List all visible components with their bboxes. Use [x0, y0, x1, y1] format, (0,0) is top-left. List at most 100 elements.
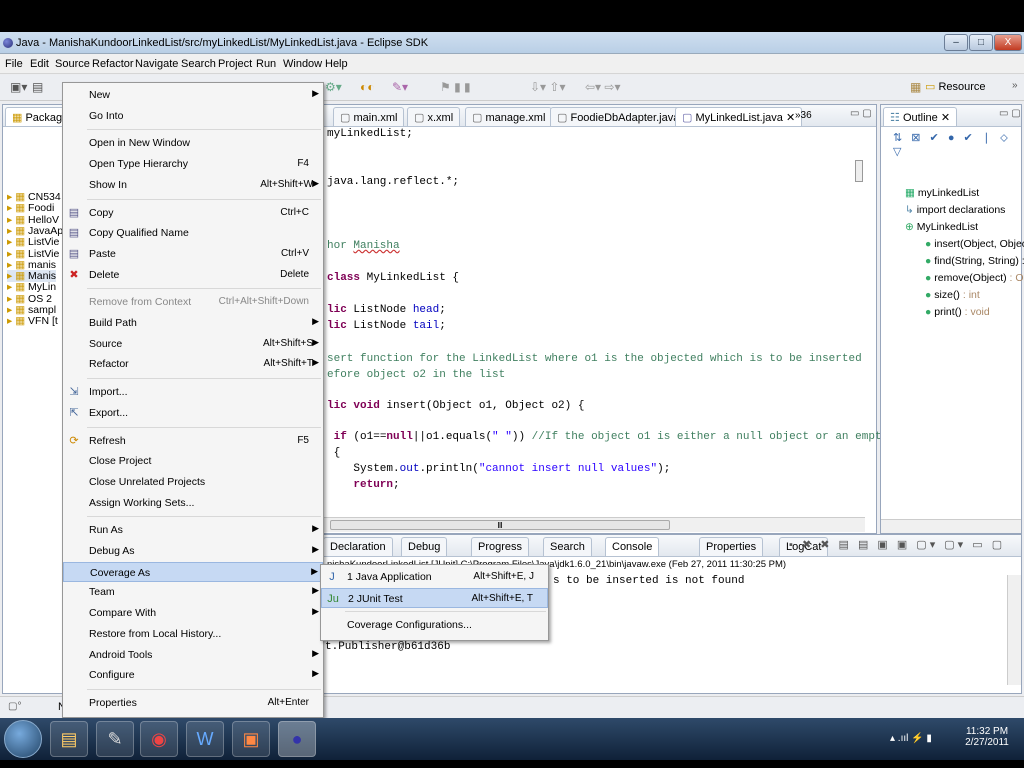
menu-item-close-unrelated-projects[interactable]: Close Unrelated Projects: [63, 472, 323, 492]
menu-project[interactable]: Project: [218, 58, 252, 70]
toolbar-more[interactable]: »: [1012, 80, 1018, 91]
menu-item-refresh[interactable]: ⟳ Refresh F5: [63, 431, 323, 451]
outline-item[interactable]: ▦ myLinkedList: [905, 187, 979, 199]
menu-item-coverage-configurations[interactable]: Coverage Configurations...: [321, 615, 548, 635]
outline-item[interactable]: ⊕ MyLinkedList: [905, 221, 978, 233]
menu-item-open-in-new-window[interactable]: Open in New Window: [63, 133, 323, 153]
menu-item-import[interactable]: ⇲ Import...: [63, 382, 323, 402]
minimize-maximize-icon[interactable]: ▭ ▢: [850, 108, 872, 119]
code-line[interactable]: return;: [327, 479, 399, 491]
menu-item-copy-qualified-name[interactable]: ▤ Copy Qualified Name: [63, 223, 323, 243]
code-line[interactable]: hor Manisha: [327, 240, 400, 252]
console-vscroll[interactable]: [1007, 575, 1021, 685]
explorer-taskbar-button[interactable]: ▤: [50, 721, 88, 757]
tab-properties[interactable]: Properties: [699, 537, 764, 556]
menu-item-debug-as[interactable]: Debug As ▶: [63, 541, 323, 561]
menu-item-export[interactable]: ⇱ Export...: [63, 403, 323, 423]
project-item[interactable]: ▸ ▦ Manis: [7, 270, 57, 283]
menu-file[interactable]: File: [5, 58, 23, 70]
menu-item-build-path[interactable]: Build Path ▶: [63, 313, 323, 333]
minimize-button[interactable]: –: [944, 34, 968, 51]
run-icon[interactable]: ⚙▾: [325, 80, 342, 94]
outline-item[interactable]: ● remove(Object) : O: [925, 272, 1024, 284]
tab-declaration[interactable]: Declaration: [323, 537, 393, 556]
menu-source[interactable]: Source: [55, 58, 90, 70]
outline-item[interactable]: ↳ import declarations: [905, 204, 1005, 216]
back-icon[interactable]: ⇦▾ ⇨▾: [585, 80, 621, 94]
outline-item[interactable]: ● print() : void: [925, 306, 990, 318]
code-line[interactable]: lic ListNode tail;: [327, 320, 446, 332]
tab-console[interactable]: Console: [605, 537, 660, 556]
project-item[interactable]: ▸ ▦ MyLin: [7, 281, 56, 293]
tab-outline[interactable]: ☷ Outline ✕: [883, 107, 958, 126]
menu-edit[interactable]: Edit: [30, 58, 49, 70]
project-item[interactable]: ▸ ▦ JavaAp: [7, 225, 63, 237]
menu-item-assign-working-sets[interactable]: Assign Working Sets...: [63, 493, 323, 513]
taskbar-app-button[interactable]: ✎: [96, 721, 134, 757]
maximize-button[interactable]: □: [969, 34, 993, 51]
menu-item-configure[interactable]: Configure ▶: [63, 665, 323, 685]
project-item[interactable]: ▸ ▦ OS 2: [7, 293, 52, 305]
project-item[interactable]: ▸ ▦ VFN [t: [7, 315, 58, 327]
code-line[interactable]: myLinkedList;: [327, 128, 413, 140]
code-line[interactable]: lic void insert(Object o1, Object o2) {: [327, 400, 584, 412]
project-item[interactable]: ▸ ▦ manis: [7, 259, 56, 271]
menu-item-go-into[interactable]: Go Into: [63, 106, 323, 126]
code-line[interactable]: lic ListNode head;: [327, 304, 446, 316]
tab-overflow[interactable]: »36: [795, 110, 812, 121]
project-item[interactable]: ▸ ▦ Foodi: [7, 202, 54, 214]
code-line[interactable]: class MyLinkedList {: [327, 272, 459, 284]
menu-item-copy[interactable]: ▤ Copy Ctrl+C: [63, 203, 323, 223]
eclipse-taskbar-button[interactable]: ●: [278, 721, 316, 757]
menu-item-close-project[interactable]: Close Project: [63, 451, 323, 471]
menu-navigate[interactable]: Navigate: [135, 58, 178, 70]
menu-item-new[interactable]: New ▶: [63, 85, 323, 105]
word-taskbar-button[interactable]: W: [186, 721, 224, 757]
editor-vscroll[interactable]: [855, 160, 863, 182]
tab-mylinkedlist-java[interactable]: ▢ MyLinkedList.java ✕: [675, 107, 803, 126]
clock[interactable]: 11:32 PM 2/27/2011: [962, 726, 1012, 748]
menu-item-1-java-application[interactable]: J 1 Java Application Alt+Shift+E, J: [321, 567, 548, 587]
project-item[interactable]: ▸ ▦ HelloV: [7, 214, 59, 226]
menu-item-coverage-as[interactable]: Coverage As ▶: [63, 561, 323, 582]
powerpoint-taskbar-button[interactable]: ▣: [232, 721, 270, 757]
menu-item-compare-with[interactable]: Compare With ▶: [63, 603, 323, 623]
outline-hscroll[interactable]: [881, 519, 1021, 533]
close-icon[interactable]: ✕: [786, 112, 795, 124]
outline-item[interactable]: ● size() : int: [925, 289, 980, 301]
tab-main-xml[interactable]: ▢ main.xml: [333, 107, 405, 126]
menu-item-restore-from-local-history[interactable]: Restore from Local History...: [63, 624, 323, 644]
menu-item-refactor[interactable]: Refactor Alt+Shift+T ▶: [63, 354, 323, 374]
tab-debug[interactable]: Debug: [401, 537, 448, 556]
menu-item-properties[interactable]: Properties Alt+Enter: [63, 693, 323, 713]
tray-icons[interactable]: ▴ .ııl ⚡ ▮: [890, 733, 932, 744]
open-perspective-icon[interactable]: ▦: [910, 80, 921, 94]
tab-manage-xml[interactable]: ▢ manage.xml: [465, 107, 553, 126]
next-annotation-icon[interactable]: ⇩▾ ⇧▾: [530, 80, 566, 94]
code-line[interactable]: sert function for the LinkedList where o…: [327, 353, 862, 365]
code-line[interactable]: java.lang.reflect.*;: [327, 176, 459, 188]
search-icon[interactable]: ✎▾: [392, 80, 408, 94]
project-item[interactable]: ▸ ▦ ListVie: [7, 236, 59, 248]
menu-item-android-tools[interactable]: Android Tools ▶: [63, 645, 323, 665]
outline-toolbar[interactable]: ⇅ ⊠ ✔ ● ✔ ❘ ⬦ ▽: [893, 131, 1021, 158]
menu-item-2-junit-test[interactable]: Ju 2 JUnit Test Alt+Shift+E, T: [321, 587, 548, 608]
menu-item-source[interactable]: Source Alt+Shift+S ▶: [63, 334, 323, 354]
tab-search[interactable]: Search: [543, 537, 592, 556]
menu-help[interactable]: Help: [325, 58, 348, 70]
menu-search[interactable]: Search: [181, 58, 216, 70]
console-toolbar[interactable]: ▪ ✖ ✖ ▤ ▤ ▣ ▣ ▢▾ ▢▾ ▭ ▢: [789, 538, 1005, 551]
menu-item-delete[interactable]: ✖ Delete Delete: [63, 265, 323, 285]
minimize-maximize-icon[interactable]: ▭ ▢: [999, 108, 1021, 119]
fast-view-icon[interactable]: ▢°: [8, 701, 21, 712]
close-button[interactable]: X: [994, 34, 1022, 51]
tab-foodie-db-adapter[interactable]: ▢ FoodieDbAdapter.java: [550, 107, 687, 126]
menu-item-open-type-hierarchy[interactable]: Open Type Hierarchy F4: [63, 154, 323, 174]
annotation-icon[interactable]: ⚑ ▮ ▮: [440, 80, 471, 94]
code-line[interactable]: if (o1==null||o1.equals(" ")) //If the o…: [327, 431, 908, 443]
resource-perspective[interactable]: ▭ Resource: [925, 80, 986, 93]
title-bar[interactable]: Java - ManishaKundoorLinkedList/src/myLi…: [0, 32, 1024, 54]
code-line[interactable]: efore object o2 in the list: [327, 369, 505, 381]
tab-progress[interactable]: Progress: [471, 537, 530, 556]
menu-item-show-in[interactable]: Show In Alt+Shift+W ▶: [63, 175, 323, 195]
